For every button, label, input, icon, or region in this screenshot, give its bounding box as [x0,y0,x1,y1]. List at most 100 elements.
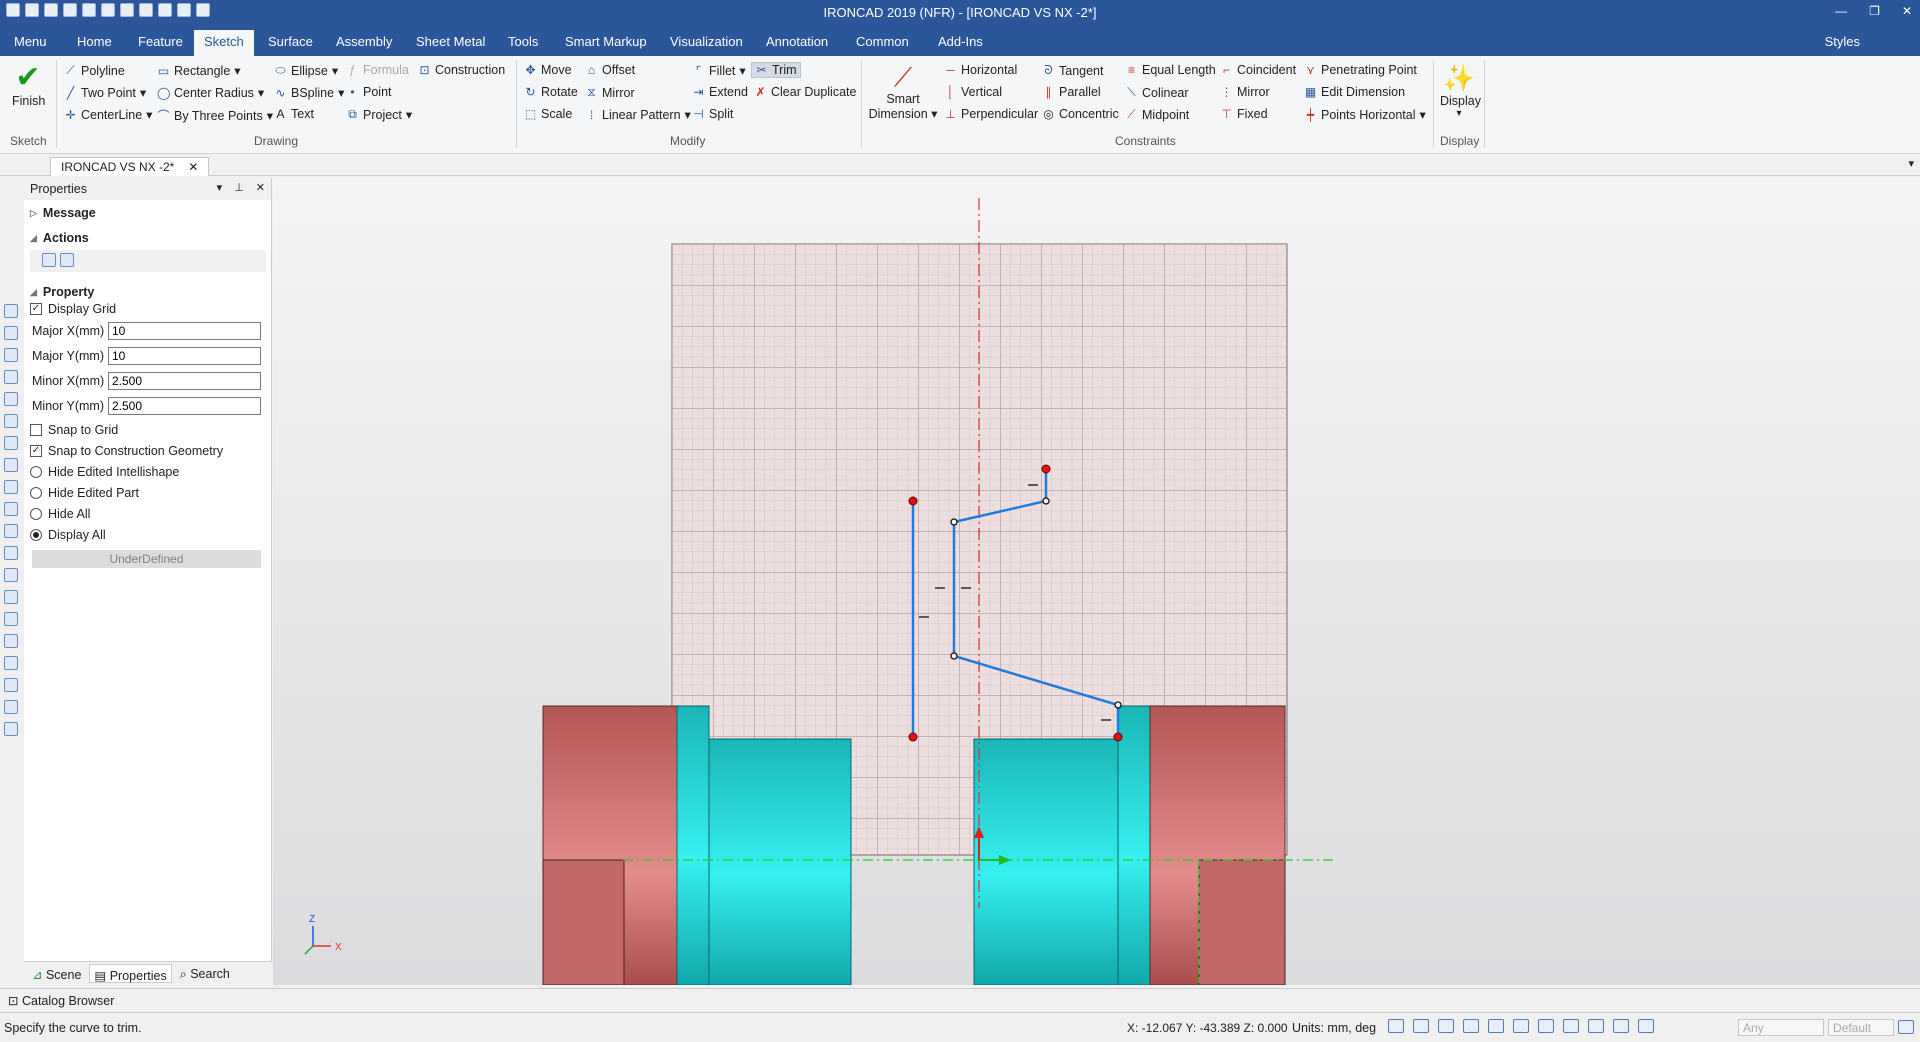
hide-edited-intellishape-radio[interactable]: Hide Edited Intellishape [30,465,179,479]
zoom-icon[interactable] [1388,1019,1404,1033]
tool-icon[interactable] [4,502,18,516]
three-point-arc-button[interactable]: ⌒ By Three Points ▾ [157,107,273,124]
trim-button[interactable]: ✂ Trim [751,62,801,78]
tab-add-ins[interactable]: Add-Ins [938,34,983,49]
radio-off[interactable] [30,508,42,520]
sketch-vertex[interactable] [950,652,958,660]
part-left-cylinder[interactable] [708,738,852,985]
rectangle-button[interactable]: ▭ Rectangle ▾ [157,63,241,79]
tab-properties[interactable]: ▤ Properties [89,964,172,983]
two-point-button[interactable]: ╱ Two Point ▾ [64,85,146,101]
minor-x-input[interactable] [108,372,261,390]
point-button[interactable]: • Point [346,85,391,99]
perpendicular-constraint-button[interactable]: ⊥ Perpendicular [944,107,1038,121]
zoom-window-icon[interactable] [1413,1019,1429,1033]
center-radius-button[interactable]: ◯ Center Radius ▾ [157,85,264,101]
fillet-button[interactable]: ⌜ Fillet ▾ [692,63,746,79]
tab-search[interactable]: ⌕ Search [176,964,234,983]
minimize-icon[interactable]: — [1835,4,1847,18]
tool-icon[interactable] [4,348,18,362]
tool-icon[interactable] [4,436,18,450]
sketch-endpoint[interactable] [1041,464,1051,474]
property-section[interactable]: ◢ Property [30,285,94,299]
penetrating-point-button[interactable]: ⋎ Penetrating Point [1304,63,1417,77]
filter-any-dropdown[interactable]: Any [1738,1019,1824,1036]
camera-icon[interactable] [1538,1019,1554,1033]
close-icon[interactable]: ✕ [256,181,265,194]
tool-icon[interactable] [4,414,18,428]
offset-button[interactable]: ⌂ Offset [585,63,635,77]
move-button[interactable]: ✥ Move [524,63,571,77]
display-button[interactable]: ✨ Display ▾ [1440,62,1481,119]
section-icon[interactable] [1513,1019,1529,1033]
tangent-constraint-button[interactable]: ᘐ Tangent [1042,63,1103,78]
tool-icon[interactable] [4,524,18,538]
tool-icon[interactable] [4,304,18,318]
scene-canvas[interactable]: Z X [273,178,1920,985]
tool-icon[interactable] [4,480,18,494]
message-section[interactable]: ▷ Message [30,206,96,220]
tool-icon[interactable] [4,700,18,714]
view-icon[interactable] [1463,1019,1479,1033]
tab-sketch[interactable]: Sketch [194,30,254,56]
tab-surface[interactable]: Surface [268,34,313,49]
ellipse-button[interactable]: ⬭ Ellipse ▾ [274,63,338,78]
tab-tools[interactable]: Tools [508,34,538,49]
part-left-collar[interactable] [676,705,710,985]
tool-icon[interactable] [4,656,18,670]
close-icon[interactable]: ✕ [1902,4,1912,18]
actions-section[interactable]: ◢ Actions [30,231,89,245]
split-button[interactable]: ⊣ Split [692,107,733,121]
sketch-vertex[interactable] [1042,497,1050,505]
project-button[interactable]: ⧉ Project ▾ [346,107,412,122]
document-tab[interactable]: IRONCAD VS NX -2* ✕ [50,157,210,176]
chevron-down-icon[interactable]: ▾ [217,181,223,194]
settings-icon[interactable] [1898,1020,1914,1034]
part-right-step[interactable] [1198,859,1286,985]
horizontal-constraint-button[interactable]: ─ Horizontal [944,63,1017,77]
restore-icon[interactable]: ❐ [1869,4,1880,18]
sketch-vertex[interactable] [950,518,958,526]
display-all-radio[interactable]: Display All [30,528,106,542]
tab-home[interactable]: Home [77,34,112,49]
tool-icon[interactable] [4,546,18,560]
render-icon[interactable] [1488,1019,1504,1033]
mirror-constraint-button[interactable]: ⋮ Mirror [1220,85,1270,99]
coincident-constraint-button[interactable]: ⌐ Coincident [1220,63,1296,77]
tool-icon[interactable] [4,568,18,582]
bspline-button[interactable]: ∿ BSpline ▾ [274,85,344,101]
radio-off[interactable] [30,466,42,478]
part-right-cylinder[interactable] [973,738,1119,985]
tool-icon[interactable] [4,326,18,340]
text-button[interactable]: A Text [274,107,313,121]
pin-icon[interactable]: ⊥ [234,181,244,194]
colinear-constraint-button[interactable]: ⟍ Colinear [1125,85,1188,100]
concentric-constraint-button[interactable]: ◎ Concentric [1042,107,1119,121]
edit-dimension-button[interactable]: ▦ Edit Dimension [1304,85,1405,99]
tool-icon[interactable] [4,722,18,736]
checkbox-unchecked[interactable] [30,424,42,436]
lighting-icon[interactable] [1588,1019,1604,1033]
mirror-button[interactable]: ⧖ Mirror [585,85,634,100]
checkbox-checked[interactable]: ✓ [30,303,42,315]
styles-dropdown[interactable]: Styles [1825,34,1860,49]
part-right-collar[interactable] [1117,705,1151,985]
tab-smart-markup[interactable]: Smart Markup [565,34,647,49]
polyline-button[interactable]: ⟋ Polyline [64,63,124,78]
tool-icon[interactable] [4,392,18,406]
hide-all-radio[interactable]: Hide All [30,507,90,521]
construction-button[interactable]: ⊡ Construction [418,63,505,77]
radio-off[interactable] [30,487,42,499]
major-y-input[interactable] [108,347,261,365]
cursor-icon[interactable] [1638,1019,1654,1033]
fixed-constraint-button[interactable]: ⊤ Fixed [1220,107,1267,121]
midpoint-constraint-button[interactable]: ⟋ Midpoint [1125,107,1189,122]
select-icon[interactable] [1613,1019,1629,1033]
points-horizontal-button[interactable]: ┿ Points Horizontal ▾ [1304,107,1426,123]
rotate-button[interactable]: ↻ Rotate [524,85,577,99]
clear-duplicate-button[interactable]: ✗ Clear Duplicate [754,85,856,99]
sketch-endpoint[interactable] [908,732,918,742]
sketch-endpoint[interactable] [1113,732,1123,742]
tool-icon[interactable] [4,678,18,692]
part-left-step[interactable] [542,859,625,985]
